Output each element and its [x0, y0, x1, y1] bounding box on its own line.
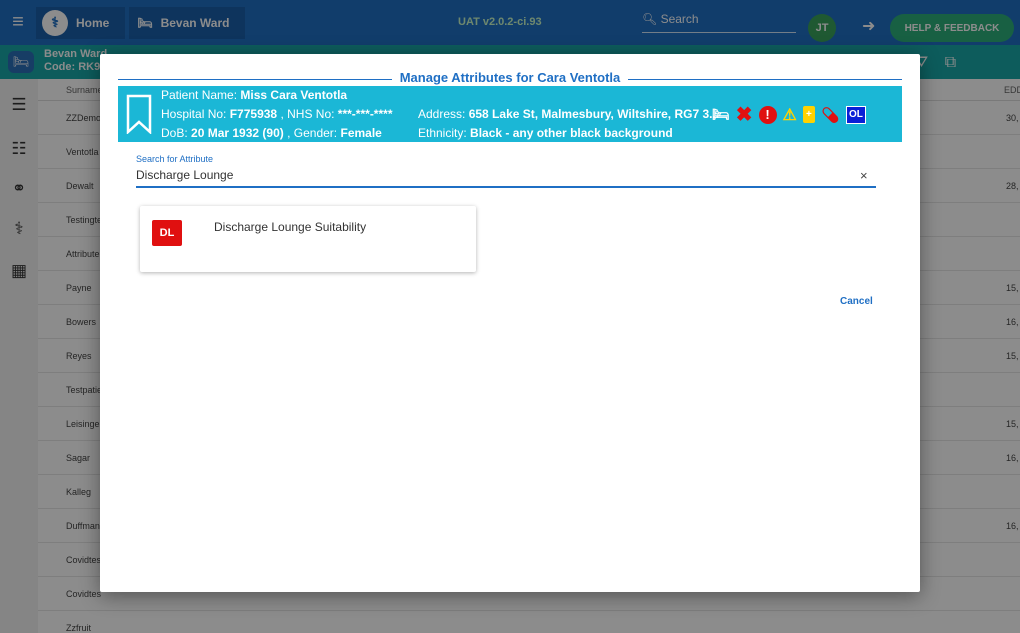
- nhs-no: ***-***-****: [337, 107, 393, 121]
- ethnicity: Black - any other black background: [470, 126, 673, 140]
- patient-name: Miss Cara Ventotla: [240, 88, 348, 102]
- patient-name-label: Patient Name:: [161, 88, 238, 102]
- dob-label: DoB:: [161, 126, 188, 140]
- patient-name-line: Patient Name: Miss Cara Ventotla: [161, 88, 347, 102]
- pill-icon: 💊︎: [820, 106, 840, 124]
- address-label: Address:: [418, 107, 466, 121]
- gender-label: , Gender:: [287, 126, 338, 140]
- patient-flags: 🛏 ✖ ! ⚠ + 💊︎ OL: [712, 102, 866, 127]
- nhs-no-label: , NHS No:: [280, 107, 335, 121]
- ethnicity-label: Ethnicity:: [418, 126, 467, 140]
- dialog-title: Manage Attributes for Cara Ventotla: [118, 70, 902, 85]
- dialog-title-text: Manage Attributes for Cara Ventotla: [391, 70, 629, 85]
- bed-icon: 🛏: [712, 106, 730, 122]
- attribute-result-card[interactable]: DL Discharge Lounge Suitability: [140, 206, 476, 272]
- hospital-no-label: Hospital No:: [161, 107, 227, 121]
- patient-ethnicity-line: Ethnicity: Black - any other black backg…: [418, 126, 673, 140]
- patient-dob-line: DoB: 20 Mar 1932 (90) , Gender: Female: [161, 126, 382, 140]
- patient-ids-line: Hospital No: F775938 , NHS No: ***-***-*…: [161, 107, 393, 121]
- alert-icon: !: [758, 105, 777, 124]
- cancel-button[interactable]: Cancel: [840, 296, 873, 307]
- bookmark-icon[interactable]: [126, 94, 152, 134]
- address: 658 Lake St, Malmesbury, Wiltshire, RG7 …: [468, 107, 720, 121]
- attribute-label: Discharge Lounge Suitability: [214, 220, 367, 234]
- cross-icon: ✖: [735, 104, 753, 126]
- search-attribute-input[interactable]: [136, 164, 876, 188]
- warning-icon: ⚠: [782, 106, 797, 124]
- battery-icon: +: [802, 106, 815, 123]
- patient-address-line: Address: 658 Lake St, Malmesbury, Wiltsh…: [418, 107, 719, 121]
- gender: Female: [340, 126, 382, 140]
- ol-badge: OL: [845, 105, 866, 124]
- manage-attributes-dialog: Manage Attributes for Cara Ventotla Pati…: [100, 54, 920, 592]
- hospital-no: F775938: [229, 107, 278, 121]
- dob: 20 Mar 1932 (90): [191, 126, 284, 140]
- patient-banner: Patient Name: Miss Cara Ventotla Hospita…: [118, 86, 902, 142]
- search-attribute-label: Search for Attribute: [136, 154, 214, 164]
- clear-search-icon[interactable]: ×: [860, 168, 868, 183]
- attribute-badge: DL: [152, 220, 182, 246]
